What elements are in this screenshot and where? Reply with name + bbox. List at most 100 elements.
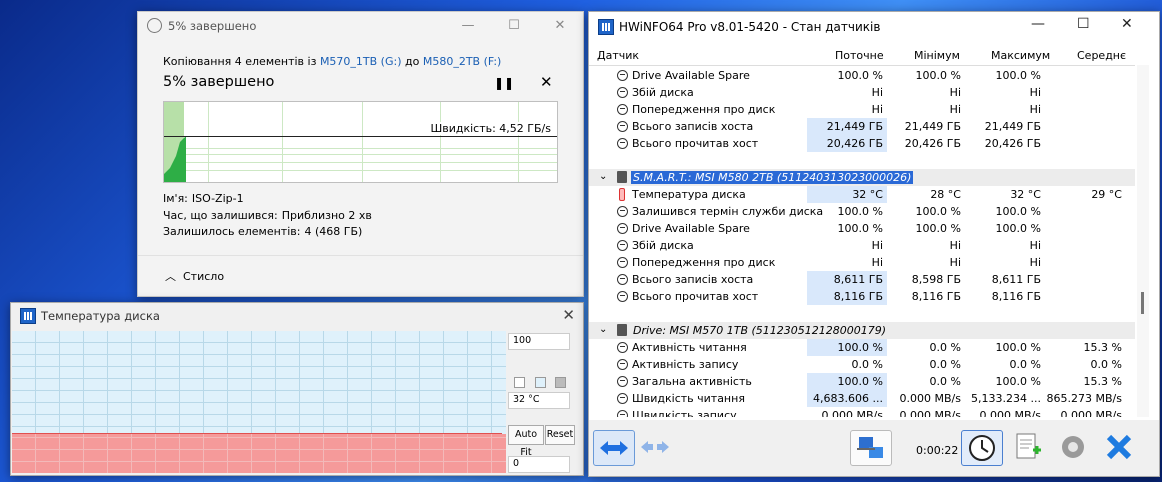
table-row[interactable]: Всього прочитав хост 20,426 ГБ 20,426 ГБ 20… bbox=[589, 135, 1135, 152]
value-maximum: Ні bbox=[1029, 103, 1041, 116]
chevron-down-icon[interactable]: ⌄ bbox=[599, 171, 607, 182]
col-minimum[interactable]: Мінімум bbox=[914, 49, 960, 62]
chevron-down-icon[interactable]: ⌄ bbox=[599, 324, 607, 335]
value-minimum: Ні bbox=[949, 103, 961, 116]
grid-line bbox=[186, 148, 557, 149]
table-row[interactable]: Попередження про диск Ні Ні Ні bbox=[589, 254, 1135, 271]
col-maximum[interactable]: Максимум bbox=[991, 49, 1050, 62]
table-row[interactable]: Всього прочитав хост 8,116 ГБ 8,116 ГБ 8,11… bbox=[589, 288, 1135, 305]
report-add-icon[interactable] bbox=[1007, 430, 1047, 464]
sensor-name: Загальна активність bbox=[632, 375, 752, 388]
color-option[interactable] bbox=[514, 377, 525, 388]
scrollbar-thumb[interactable] bbox=[1141, 292, 1144, 314]
source-link[interactable]: M570_1TB (G:) bbox=[320, 55, 402, 68]
items-row: Залишилось елементів: 4 (468 ГБ) bbox=[163, 225, 362, 238]
close-button[interactable]: ✕ bbox=[546, 16, 574, 36]
value-maximum: 8,116 ГБ bbox=[991, 290, 1041, 303]
grid-line bbox=[12, 402, 506, 403]
cancel-icon[interactable]: ✕ bbox=[540, 73, 553, 91]
value-minimum: 0.000 MB/s bbox=[899, 392, 961, 405]
clock-icon[interactable] bbox=[961, 430, 1003, 466]
speed-curve bbox=[164, 136, 186, 182]
value-current: 21,449 ГБ bbox=[807, 118, 887, 135]
value-current: Ні bbox=[871, 103, 883, 116]
sensor-group-header[interactable]: ⌄ Drive: MSI M570 1TB (511230512128000179… bbox=[589, 322, 1135, 339]
items-value: 4 (468 ГБ) bbox=[304, 225, 363, 238]
value-current: 4,683.606 ... bbox=[807, 390, 887, 407]
title-bar[interactable]: 5% завершено — ☐ ✕ bbox=[138, 12, 583, 40]
table-row[interactable]: Залишився термін служби диска 100.0 % 100.… bbox=[589, 203, 1135, 220]
copy-progress-window: 5% завершено — ☐ ✕ Копіювання 4 елементі… bbox=[137, 11, 584, 297]
minimize-button[interactable]: — bbox=[1031, 16, 1045, 32]
close-x-icon[interactable] bbox=[1099, 430, 1139, 464]
table-row[interactable]: Загальна активність 100.0 % 0.0 % 100.0 % 15… bbox=[589, 373, 1135, 390]
value-current: 32 °C bbox=[807, 186, 887, 203]
sensor-icon bbox=[617, 257, 628, 268]
value-maximum: Ні bbox=[1029, 239, 1041, 252]
grid-line bbox=[12, 378, 506, 379]
table-row[interactable]: Активність читання 100.0 % 0.0 % 100.0 % 15.… bbox=[589, 339, 1135, 356]
settings-gear-icon[interactable] bbox=[1053, 430, 1093, 464]
arrows-left-right-icon[interactable] bbox=[593, 430, 635, 466]
table-row[interactable]: Drive Available Spare 100.0 % 100.0 % 100.0… bbox=[589, 67, 1135, 84]
sensor-name: Активність запису bbox=[632, 358, 739, 371]
sensor-name: Drive Available Spare bbox=[632, 69, 750, 82]
value-minimum: Ні bbox=[949, 256, 961, 269]
sensor-name: Всього прочитав хост bbox=[632, 290, 759, 303]
arrows-collapse-icon[interactable] bbox=[635, 430, 675, 464]
col-sensor[interactable]: Датчик bbox=[597, 49, 639, 62]
sensor-icon bbox=[617, 359, 628, 370]
window-title: 5% завершено bbox=[168, 19, 257, 33]
auto-fit-button[interactable]: Auto Fit bbox=[508, 425, 544, 458]
title-bar[interactable]: HWiNFO64 Pro v8.01-5420 - Стан датчиків … bbox=[589, 12, 1159, 40]
sensor-group-header[interactable]: ⌄ S.M.A.R.T.: MSI M580 2TB (5112403130230… bbox=[589, 169, 1135, 186]
maximize-button[interactable]: ☐ bbox=[500, 16, 528, 36]
value-maximum: 100.0 % bbox=[995, 205, 1041, 218]
thermometer-icon bbox=[619, 188, 625, 201]
value-current: 8,611 ГБ bbox=[807, 271, 887, 288]
minimize-button[interactable]: — bbox=[454, 16, 482, 36]
close-button[interactable]: ✕ bbox=[1121, 16, 1133, 32]
maximize-button[interactable]: ☐ bbox=[1077, 16, 1090, 32]
collapse-button[interactable]: ︿ Стисло bbox=[165, 268, 224, 284]
table-row[interactable]: Drive Available Spare 100.0 % 100.0 % 100.0… bbox=[589, 220, 1135, 237]
title-bar[interactable]: Температура диска ✕ bbox=[11, 303, 583, 329]
speed-graph: Швидкість: 4,52 ГБ/s bbox=[163, 101, 558, 183]
col-current[interactable]: Поточне bbox=[835, 49, 884, 62]
network-computers-icon[interactable] bbox=[850, 430, 892, 466]
table-row[interactable]: Швидкість запису 0.000 MB/s 0.000 MB/s 0.00… bbox=[589, 407, 1135, 417]
table-row[interactable]: Швидкість читання 4,683.606 ... 0.000 MB/s… bbox=[589, 390, 1135, 407]
table-row[interactable]: Температура диска 32 °C 28 °C 32 °C 29 °C bbox=[589, 186, 1135, 203]
close-button[interactable]: ✕ bbox=[562, 306, 575, 324]
scrollbar[interactable] bbox=[1137, 65, 1149, 417]
table-row[interactable]: Збій диска Ні Ні Ні bbox=[589, 237, 1135, 254]
sensor-table: Drive Available Spare 100.0 % 100.0 % 100.0… bbox=[589, 65, 1135, 417]
table-row[interactable]: Збій диска Ні Ні Ні bbox=[589, 84, 1135, 101]
grid-line bbox=[12, 366, 506, 367]
clock-icon bbox=[147, 18, 162, 33]
value-maximum: 32 °C bbox=[1010, 188, 1041, 201]
time-value: Приблизно 2 хв bbox=[281, 209, 372, 222]
grid-line bbox=[518, 102, 519, 182]
sensor-name: Всього записів хоста bbox=[632, 273, 754, 286]
sensor-icon bbox=[617, 206, 628, 217]
reset-button[interactable]: Reset bbox=[545, 425, 575, 445]
color-option[interactable] bbox=[535, 377, 546, 388]
col-average[interactable]: Середнє bbox=[1077, 49, 1126, 62]
table-row[interactable]: Всього записів хоста 8,611 ГБ 8,598 ГБ 8,61… bbox=[589, 271, 1135, 288]
name-value: ISO-Zip-1 bbox=[191, 192, 244, 205]
table-row[interactable]: Всього записів хоста 21,449 ГБ 21,449 ГБ 21… bbox=[589, 118, 1135, 135]
grid-line bbox=[12, 390, 506, 391]
table-row[interactable]: Активність запису 0.0 % 0.0 % 0.0 % 0.0 % bbox=[589, 356, 1135, 373]
grid-line bbox=[186, 154, 557, 155]
destination-link[interactable]: M580_2TB (F:) bbox=[423, 55, 502, 68]
table-row[interactable]: Попередження про диск Ні Ні Ні bbox=[589, 101, 1135, 118]
grid-line bbox=[362, 102, 363, 182]
pause-icon[interactable]: ❚❚ bbox=[494, 76, 514, 90]
color-option[interactable] bbox=[555, 377, 566, 388]
value-average: 29 °C bbox=[1091, 188, 1122, 201]
sensor-icon bbox=[617, 70, 628, 81]
value-maximum: 100.0 % bbox=[995, 375, 1041, 388]
speed-label: Швидкість: 4,52 ГБ/s bbox=[430, 122, 551, 135]
value-maximum: 8,611 ГБ bbox=[991, 273, 1041, 286]
